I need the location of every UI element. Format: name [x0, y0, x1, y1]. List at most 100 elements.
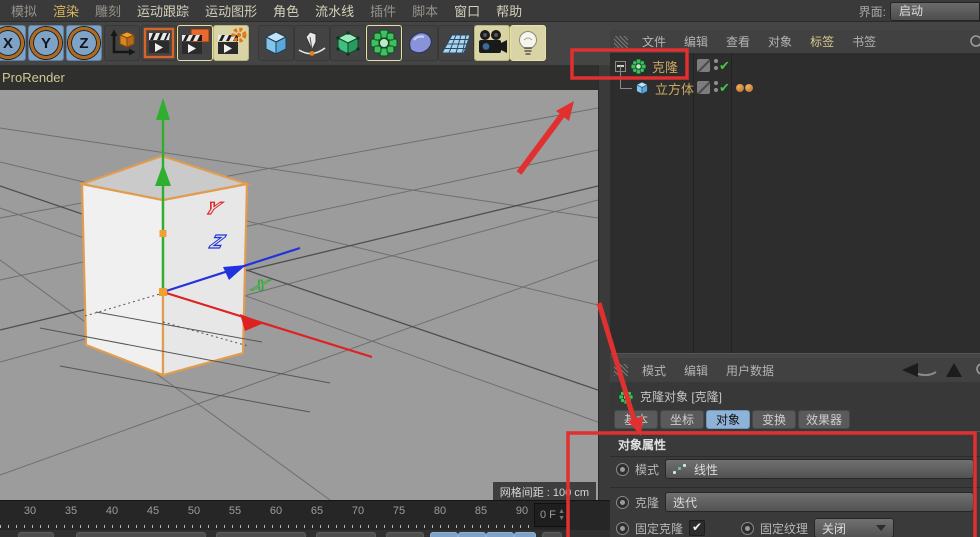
interface-layout-dropdown[interactable]: 启动: [890, 2, 980, 21]
menu-script[interactable]: 脚本: [404, 1, 446, 20]
object-name-cube[interactable]: 立方体: [655, 79, 694, 98]
render-visibility-dot[interactable]: [714, 88, 718, 92]
layer-swatch-icon[interactable]: [697, 81, 710, 94]
prorender-menu[interactable]: ProRender: [0, 70, 65, 85]
fix-texture-label: 固定纹理: [760, 520, 808, 537]
timeline-ticks: [0, 525, 530, 528]
z-axis-lock-button[interactable]: Z: [66, 25, 102, 61]
om-menu-objects[interactable]: 对象: [759, 33, 801, 50]
tick-label: 30: [24, 505, 36, 517]
transport-button[interactable]: [386, 532, 424, 537]
add-floor-icon[interactable]: [438, 25, 474, 61]
tick-label: 45: [147, 505, 159, 517]
render-view-icon[interactable]: [141, 25, 177, 61]
object-row-cloner[interactable]: 克隆 ✔: [610, 55, 980, 77]
transport-button[interactable]: [216, 532, 306, 537]
cube-object[interactable]: [82, 156, 247, 375]
add-volume-icon[interactable]: [402, 25, 438, 61]
up-arrow-icon[interactable]: [946, 363, 962, 377]
add-camera-icon[interactable]: [474, 25, 510, 61]
timeline-ruler[interactable]: 30 35 40 45 50 55 60 65 70 75 80 85 90 0…: [0, 500, 610, 531]
fix-texture-key-radio[interactable]: [741, 522, 754, 535]
phong-tag-icon[interactable]: [745, 84, 753, 92]
object-row-cube[interactable]: 立方体 ✔: [610, 77, 980, 99]
transport-button-active[interactable]: [514, 532, 536, 537]
om-search-icon[interactable]: [968, 34, 980, 50]
object-name-cloner[interactable]: 克隆: [652, 57, 678, 76]
mode-dropdown[interactable]: 线性: [665, 459, 974, 479]
tab-object[interactable]: 对象: [706, 410, 750, 429]
menu-motion-track[interactable]: 运动跟踪: [129, 1, 197, 20]
tick-label: 55: [229, 505, 241, 517]
am-menu-mode[interactable]: 模式: [633, 362, 675, 379]
tick-label: 85: [475, 505, 487, 517]
mograph-cloner-icon: [618, 389, 634, 405]
am-menu-edit[interactable]: 编辑: [675, 362, 717, 379]
panel-grip-icon[interactable]: [614, 364, 628, 376]
attribute-manager-menubar: 模式 编辑 用户数据: [610, 358, 980, 383]
tick-label: 60: [270, 505, 282, 517]
history-back-icon[interactable]: [902, 363, 936, 377]
tick-label: 65: [311, 505, 323, 517]
add-light-icon[interactable]: [510, 25, 546, 61]
render-visibility-dot[interactable]: [714, 66, 718, 70]
om-menu-tags[interactable]: 标签: [801, 33, 843, 50]
render-region-icon[interactable]: [177, 25, 213, 61]
tab-coordinates[interactable]: 坐标: [660, 410, 704, 429]
menu-pipeline[interactable]: 流水线: [307, 1, 362, 20]
om-menu-edit[interactable]: 编辑: [675, 33, 717, 50]
am-menu-user-data[interactable]: 用户数据: [717, 362, 783, 379]
x-axis-lock-button[interactable]: X: [0, 25, 26, 61]
panel-grip-icon[interactable]: [614, 36, 628, 48]
viewport-3d-canvas[interactable]: Y Z X: [0, 90, 598, 500]
y-axis-lock-button[interactable]: Y: [28, 25, 64, 61]
clones-key-radio[interactable]: [616, 496, 629, 509]
add-cube-icon[interactable]: [258, 25, 294, 61]
menu-character[interactable]: 角色: [265, 1, 307, 20]
transport-button[interactable]: [76, 532, 206, 537]
transport-button[interactable]: [18, 532, 54, 537]
enabled-checkmark-icon[interactable]: ✔: [719, 80, 730, 96]
interface-label: 界面:: [859, 3, 886, 20]
tab-transform[interactable]: 变换: [752, 410, 796, 429]
om-menu-file[interactable]: 文件: [633, 33, 675, 50]
menu-simulate[interactable]: 模拟: [3, 1, 45, 20]
current-frame-field[interactable]: 0 F ▲▼: [534, 503, 568, 527]
menu-plugins[interactable]: 插件: [362, 1, 404, 20]
viewport-menubar: ProRender: [0, 65, 598, 91]
transport-button-active[interactable]: [430, 532, 458, 537]
menu-window[interactable]: 窗口: [446, 1, 488, 20]
attribute-manager: 克隆对象 [克隆] 基本 坐标 对象 变换 效果器 对象属性 模式 线性 克隆: [610, 382, 980, 537]
y-axis-label: Y: [30, 27, 62, 59]
menu-render[interactable]: 渲染: [45, 1, 87, 20]
render-settings-icon[interactable]: [213, 25, 249, 61]
menu-mograph[interactable]: 运动图形: [197, 1, 265, 20]
tab-effectors[interactable]: 效果器: [798, 410, 850, 429]
transport-button[interactable]: [316, 532, 376, 537]
add-spline-pen-icon[interactable]: [294, 25, 330, 61]
fix-texture-dropdown[interactable]: 关闭: [814, 518, 894, 537]
transport-button-active[interactable]: [486, 532, 514, 537]
clones-dropdown[interactable]: 迭代: [665, 492, 974, 512]
add-mograph-cloner-icon[interactable]: [366, 25, 402, 61]
layer-swatch-icon[interactable]: [697, 59, 710, 72]
add-subdivision-surface-icon[interactable]: [330, 25, 366, 61]
om-menu-bookmarks[interactable]: 书签: [843, 33, 885, 50]
om-menu-view[interactable]: 查看: [717, 33, 759, 50]
tab-basic[interactable]: 基本: [614, 410, 658, 429]
transport-button-active[interactable]: [458, 532, 486, 537]
phong-tag-icon[interactable]: [736, 84, 744, 92]
editor-visibility-dot[interactable]: [714, 81, 718, 85]
menu-help[interactable]: 帮助: [488, 1, 530, 20]
coordinate-system-icon[interactable]: [104, 25, 140, 61]
editor-visibility-dot[interactable]: [714, 59, 718, 63]
enabled-checkmark-icon[interactable]: ✔: [719, 58, 730, 74]
mode-key-radio[interactable]: [616, 463, 629, 476]
object-manager-tree: 克隆 ✔ 立方体 ✔: [610, 53, 980, 353]
fix-clone-key-radio[interactable]: [616, 522, 629, 535]
timeline-transport-row: [0, 530, 610, 537]
transport-button[interactable]: [542, 532, 562, 537]
fix-clone-checkbox[interactable]: ✔: [689, 520, 705, 536]
frame-spinner-icon[interactable]: ▲▼: [558, 508, 565, 522]
menu-sculpt[interactable]: 雕刻: [87, 1, 129, 20]
